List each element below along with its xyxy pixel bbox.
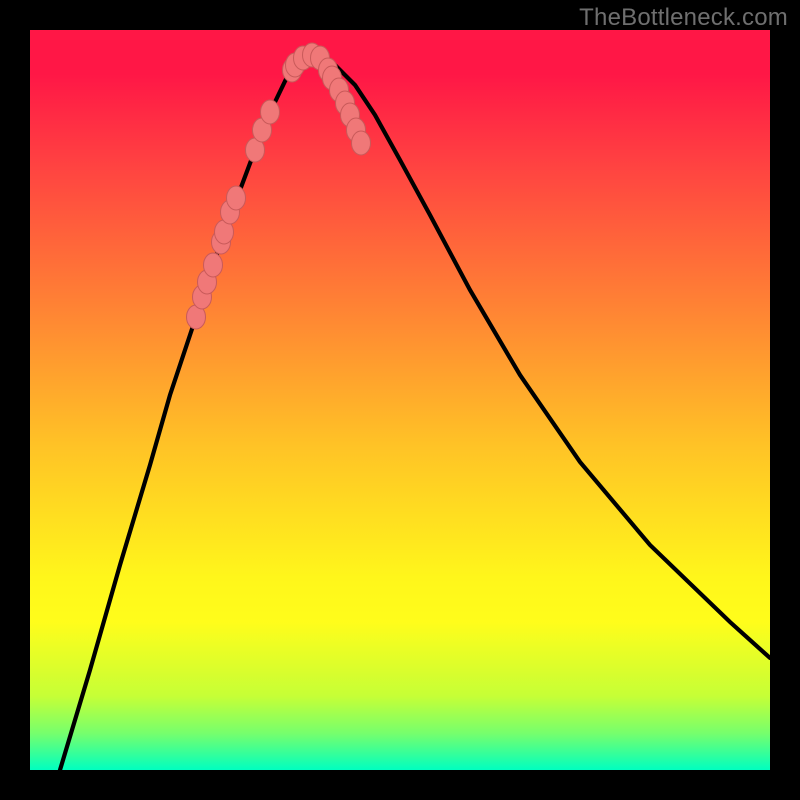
data-marker	[227, 186, 246, 210]
data-marker	[261, 100, 280, 124]
data-marker	[204, 253, 223, 277]
data-markers	[187, 43, 371, 329]
bottleneck-chart	[30, 30, 770, 770]
bottleneck-curve	[60, 55, 770, 770]
watermark-text: TheBottleneck.com	[579, 4, 788, 32]
image-frame: TheBottleneck.com	[0, 0, 800, 800]
plot-area	[30, 30, 770, 770]
data-marker	[352, 131, 371, 155]
